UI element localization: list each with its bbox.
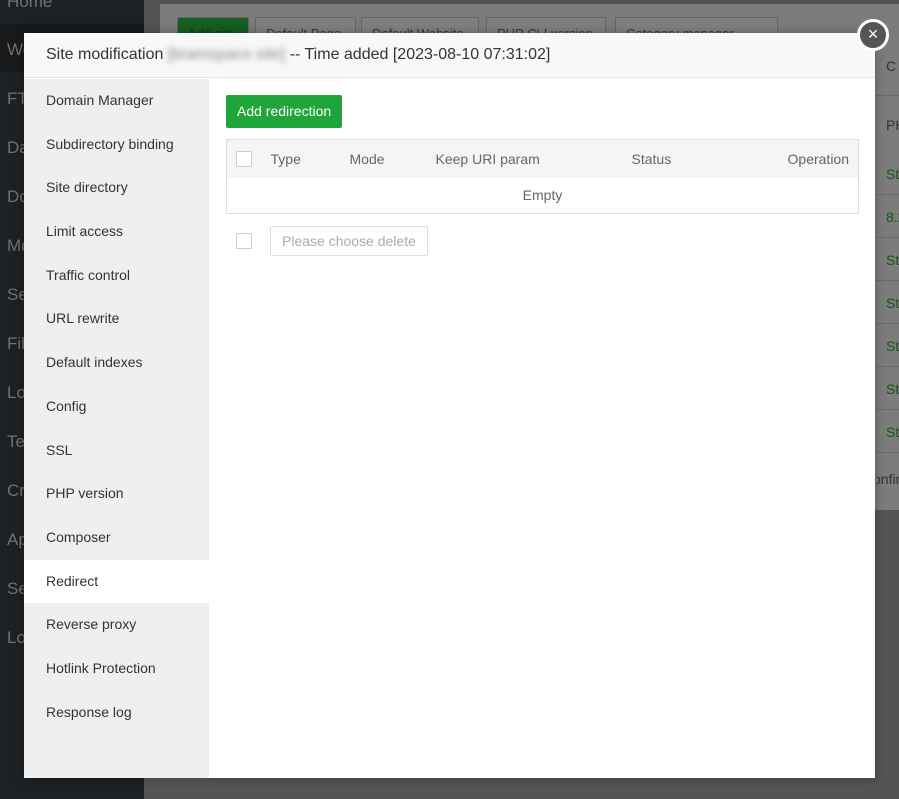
menu-domain-manager[interactable]: Domain Manager xyxy=(24,79,209,123)
bg-cell: St xyxy=(886,381,899,397)
menu-subdirectory-binding[interactable]: Subdirectory binding xyxy=(24,123,209,167)
menu-composer[interactable]: Composer xyxy=(24,516,209,560)
modal-header: Site modification [bramspace.site] -- Ti… xyxy=(24,33,875,78)
menu-reverse-proxy[interactable]: Reverse proxy xyxy=(24,603,209,647)
menu-php-version[interactable]: PHP version xyxy=(24,472,209,516)
bg-cell: onfir xyxy=(876,471,899,487)
menu-default-indexes[interactable]: Default indexes xyxy=(24,341,209,385)
select-all-checkbox[interactable] xyxy=(236,151,252,168)
menu-url-rewrite[interactable]: URL rewrite xyxy=(24,297,209,341)
add-redirection-button[interactable]: Add redirection xyxy=(226,95,343,128)
col-mode: Mode xyxy=(349,139,436,178)
bg-cell: St xyxy=(886,424,899,440)
bg-cell: 8.2 xyxy=(886,209,899,225)
site-name: [bramspace.site] xyxy=(167,46,286,63)
col-type: Type xyxy=(270,139,350,178)
bg-nav-item: Te xyxy=(7,432,25,451)
menu-ssl[interactable]: SSL xyxy=(24,429,209,473)
bg-nav-item: Cr xyxy=(7,481,25,500)
bg-cell: St xyxy=(886,338,899,354)
bg-cell: St xyxy=(886,295,899,311)
bg-cell: St xyxy=(886,166,899,182)
redirect-panel: Add redirection Type Mode Keep URI param… xyxy=(226,95,859,256)
bg-nav-item: Home xyxy=(7,0,53,11)
site-modification-modal: Site modification [bramspace.site] -- Ti… xyxy=(24,33,875,778)
menu-redirect[interactable]: Redirect xyxy=(24,559,209,604)
menu-limit-access[interactable]: Limit access xyxy=(24,210,209,254)
modal-title: Site modification xyxy=(46,46,164,63)
menu-hotlink-protection[interactable]: Hotlink Protection xyxy=(24,647,209,691)
batch-delete-button[interactable]: Please choose delete xyxy=(270,226,428,256)
time-added: -- Time added [2023-08-10 07:31:02] xyxy=(289,46,551,63)
menu-traffic-control[interactable]: Traffic control xyxy=(24,254,209,298)
col-operation: Operation xyxy=(712,139,859,178)
menu-config[interactable]: Config xyxy=(24,385,209,429)
background-table-column: C PH St 8.2 St St St St St onfir xyxy=(876,50,899,510)
redirect-table: Type Mode Keep URI param Status Operatio… xyxy=(226,139,859,214)
bulk-select-checkbox[interactable] xyxy=(236,233,252,249)
bg-cell: St xyxy=(886,252,899,268)
menu-site-directory[interactable]: Site directory xyxy=(24,166,209,210)
col-keep-uri-param: Keep URI param xyxy=(435,139,632,178)
close-icon[interactable]: × xyxy=(857,19,889,51)
col-status: Status xyxy=(631,139,713,178)
bg-nav-item: Fil xyxy=(7,334,25,353)
settings-menu: Domain Manager Subdirectory binding Site… xyxy=(24,79,209,778)
bg-header-cell: C xyxy=(886,58,897,74)
bg-header-cell: PH xyxy=(886,117,899,133)
empty-message: Empty xyxy=(522,187,563,204)
menu-response-log[interactable]: Response log xyxy=(24,691,209,735)
